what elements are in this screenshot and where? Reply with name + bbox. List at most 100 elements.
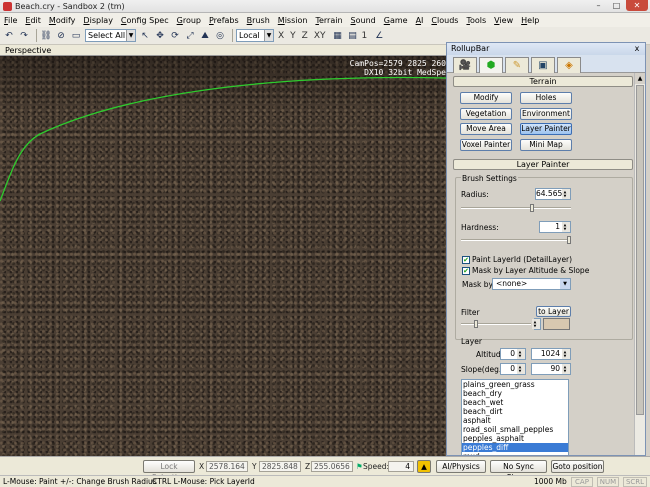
ai-physics-button[interactable]: AI/Physics (436, 460, 486, 473)
menu-config-spec[interactable]: Config Spec (121, 16, 169, 25)
radius-slider[interactable] (461, 204, 571, 212)
layer-list-item[interactable]: asphalt (462, 416, 568, 425)
move-icon[interactable]: ✥ (154, 30, 166, 42)
tab-display[interactable]: ▣ (531, 57, 555, 73)
menu-file[interactable]: File (4, 16, 17, 25)
perspective-viewport[interactable]: CamPos=2579 2825 260 DX10 32bit MedSpe (0, 56, 446, 456)
title-bar: Beach.cry - Sandbox 2 (tm) – □ ✕ (0, 0, 650, 13)
pointer-icon[interactable]: ↖ (139, 30, 151, 42)
to-layer-button[interactable]: to Layer (536, 306, 571, 317)
scale-icon[interactable]: ⤢ (184, 30, 196, 42)
lock-selection-button[interactable]: Lock Selection (143, 460, 195, 482)
layer-list-item-selected[interactable]: pepples_diff (462, 443, 568, 452)
layer-list-item[interactable]: plains_green_grass (462, 380, 568, 389)
axis-y-button[interactable]: Y (290, 31, 296, 41)
menu-sound[interactable]: Sound (351, 16, 376, 25)
filter-color-swatch[interactable] (543, 318, 570, 330)
selection-mask-dropdown[interactable]: Select All ▼ (85, 29, 136, 42)
coord-system-dropdown[interactable]: Local ▼ (236, 29, 274, 42)
holes-button[interactable]: Holes (520, 92, 572, 104)
menu-view[interactable]: View (494, 16, 513, 25)
menu-prefabs[interactable]: Prefabs (209, 16, 239, 25)
grid-icon[interactable]: ▤ (347, 30, 359, 42)
goto-position-button[interactable]: Goto position (551, 460, 604, 473)
axis-z-button[interactable]: Z (302, 31, 308, 41)
z-coordinate-field[interactable]: 255.0656 (311, 461, 353, 472)
terrain-snap-icon[interactable]: ▦ (332, 30, 344, 42)
tab-objects[interactable]: 🎥 (453, 57, 477, 73)
mask-by-dropdown[interactable]: <none> (492, 278, 571, 290)
scroll-up-icon[interactable]: ▲ (635, 73, 645, 84)
y-coordinate-field[interactable]: 2825.848 (259, 461, 301, 472)
minimize-button[interactable]: – (590, 0, 607, 11)
menu-edit[interactable]: Edit (25, 16, 41, 25)
rotate-icon[interactable]: ⟳ (169, 30, 181, 42)
layer-list-item[interactable]: beach_wet (462, 398, 568, 407)
menu-help[interactable]: Help (521, 16, 539, 25)
select-icon[interactable]: ▭ (70, 30, 82, 42)
menu-clouds[interactable]: Clouds (431, 16, 458, 25)
slope-max-spinner[interactable]: 90 (531, 363, 571, 375)
mask-by-altitude-checkbox[interactable]: ✔ Mask by Layer Altitude & Slope (462, 266, 589, 275)
mini-map-button[interactable]: Mini Map (520, 139, 572, 151)
snap-icon[interactable]: ◎ (214, 30, 226, 42)
radius-slider-knob[interactable] (530, 204, 534, 212)
layer-list-item[interactable]: beach_dry (462, 389, 568, 398)
snap-value[interactable]: 1 (362, 31, 368, 41)
tab-layers[interactable]: ◈ (557, 57, 581, 73)
paint-layer-id-checkbox[interactable]: ✔ Paint LayerId (DetailLayer) (462, 255, 572, 264)
scrollbar-thumb[interactable] (636, 85, 644, 415)
speed-field[interactable]: 4 (388, 461, 414, 472)
tab-terrain[interactable]: ⬢ (479, 57, 503, 73)
filter-slider[interactable] (461, 320, 531, 328)
terrain-section-header[interactable]: Terrain (453, 76, 633, 87)
viewport-title[interactable]: Perspective (5, 46, 51, 55)
unlink-icon[interactable]: ⊘ (55, 30, 67, 42)
altitude-max-spinner[interactable]: 1024 (531, 348, 571, 360)
menu-brush[interactable]: Brush (247, 16, 270, 25)
menu-tools[interactable]: Tools (466, 16, 486, 25)
menu-terrain[interactable]: Terrain (315, 16, 342, 25)
hardness-slider-knob[interactable] (567, 236, 571, 244)
altitude-min-spinner[interactable]: 0 (500, 348, 526, 360)
layer-list-item[interactable]: beach_dirt (462, 407, 568, 416)
redo-icon[interactable]: ↷ (18, 30, 30, 42)
no-sync-player-button[interactable]: No Sync Player (490, 460, 547, 482)
terrain-follow-icon[interactable]: ▲ (417, 460, 431, 473)
close-button[interactable]: ✕ (626, 0, 648, 11)
menu-game[interactable]: Game (384, 16, 408, 25)
filter-value-box[interactable]: 1 (532, 318, 541, 330)
vegetation-button[interactable]: Vegetation (460, 108, 512, 120)
modify-button[interactable]: Modify (460, 92, 512, 104)
x-coordinate-field[interactable]: 2578.164 (206, 461, 248, 472)
angle-snap-icon[interactable]: ∠ (373, 30, 385, 42)
move-area-button[interactable]: Move Area (460, 123, 512, 135)
tab-modelling[interactable]: ✎ (505, 57, 529, 73)
menu-group[interactable]: Group (177, 16, 201, 25)
rollup-close-icon[interactable]: x (632, 44, 642, 54)
layer-painter-section-header[interactable]: Layer Painter (453, 159, 633, 170)
environment-button[interactable]: Environment (520, 108, 572, 120)
axis-x-button[interactable]: X (278, 31, 284, 41)
slope-min-spinner[interactable]: 0 (500, 363, 526, 375)
maximize-button[interactable]: □ (608, 0, 625, 11)
layer-list-item[interactable]: mud (462, 452, 568, 455)
hardness-slider[interactable] (461, 236, 571, 244)
link-icon[interactable]: ⛓ (40, 30, 52, 42)
layer-list-item[interactable]: road_soil_small_pepples (462, 425, 568, 434)
undo-icon[interactable]: ↶ (3, 30, 15, 42)
menu-modify[interactable]: Modify (49, 16, 76, 25)
layer-painter-button[interactable]: Layer Painter (520, 123, 572, 135)
hardness-spinner[interactable]: 1 (539, 221, 571, 233)
layer-list-item[interactable]: pepples_asphalt (462, 434, 568, 443)
rollup-scrollbar[interactable]: ▲ (634, 73, 645, 455)
terrain-icon[interactable]: ⛰ (199, 30, 211, 42)
filter-slider-knob[interactable] (474, 320, 478, 328)
layer-list[interactable]: plains_green_grass beach_dry beach_wet b… (461, 379, 569, 455)
voxel-painter-button[interactable]: Voxel Painter (460, 139, 512, 151)
axis-xy-button[interactable]: XY (314, 31, 326, 41)
menu-ai[interactable]: AI (416, 16, 424, 25)
menu-display[interactable]: Display (83, 16, 113, 25)
menu-mission[interactable]: Mission (278, 16, 308, 25)
radius-spinner[interactable]: 64.565 (535, 188, 571, 200)
